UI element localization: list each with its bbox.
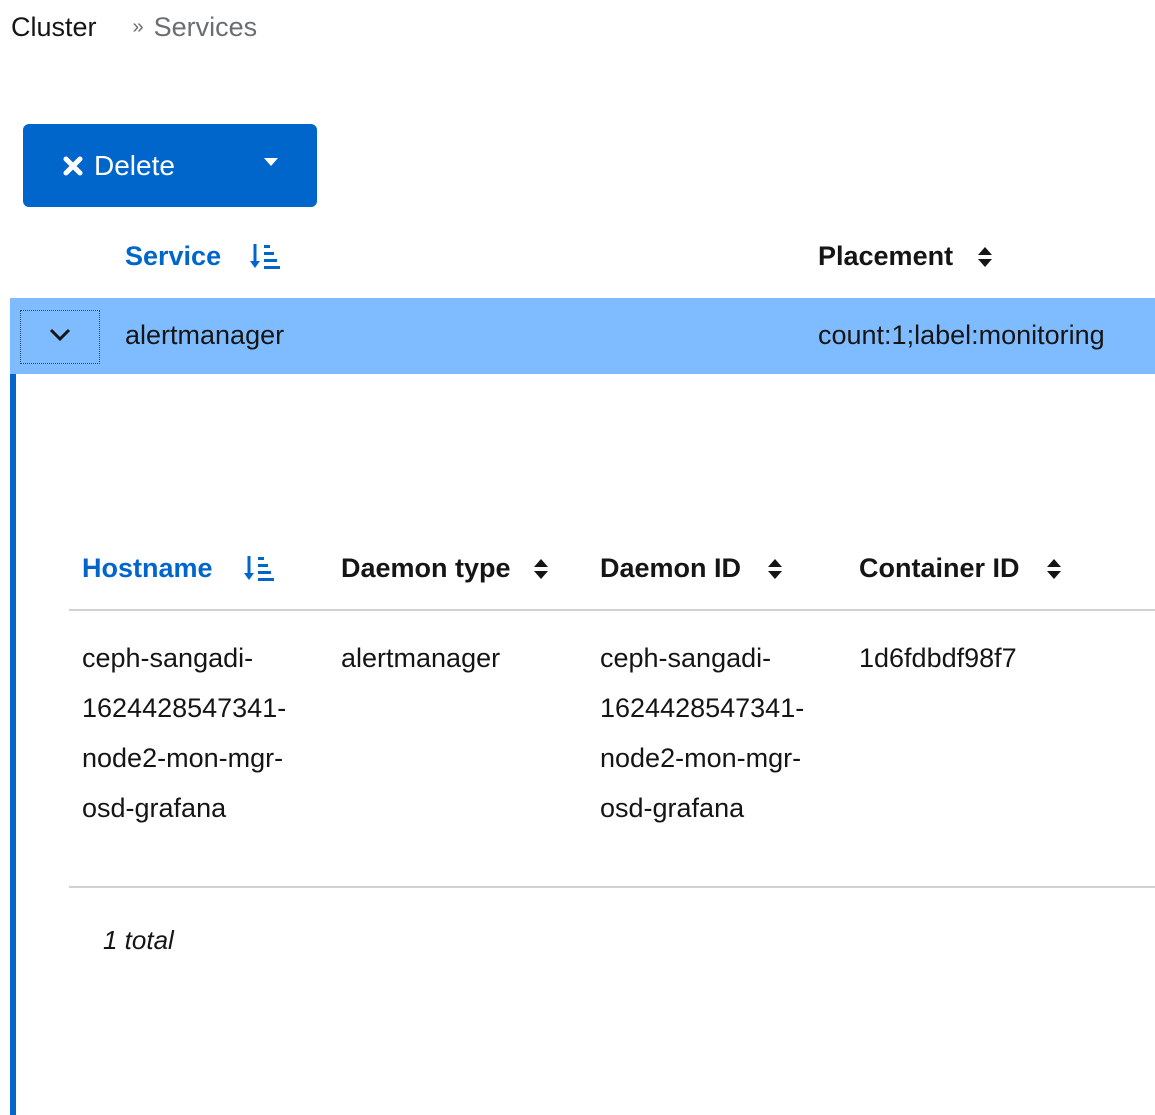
daemon-type: alertmanager xyxy=(341,643,501,673)
column-header-container-id[interactable]: Container ID xyxy=(859,553,1062,584)
expanded-row-accent xyxy=(10,374,16,1115)
total-count: 1 total xyxy=(103,925,174,955)
table-row[interactable]: alertmanager count:1;label:monitoring xyxy=(10,298,1155,374)
column-header-daemon-type[interactable]: Daemon type xyxy=(341,553,549,584)
column-header-placement-label: Placement xyxy=(818,241,954,271)
sort-icon xyxy=(767,558,783,580)
sort-icon xyxy=(533,558,549,580)
daemon-id: ceph-​sangadi-​1624428547341-​node2-​mon… xyxy=(600,633,840,833)
column-header-hostname[interactable]: Hostname xyxy=(82,553,277,584)
daemon-hostname: ceph-​sangadi-​1624428547341-​node2-​mon… xyxy=(82,633,322,833)
times-icon xyxy=(61,154,85,178)
caret-down-icon[interactable] xyxy=(263,154,279,172)
breadcrumb-cluster[interactable]: Cluster xyxy=(11,12,97,43)
sort-amount-down-icon xyxy=(243,554,277,584)
column-header-placement[interactable]: Placement xyxy=(818,241,993,272)
sort-icon xyxy=(977,246,993,268)
delete-button-label: Delete xyxy=(94,149,175,181)
column-header-hostname-label: Hostname xyxy=(82,553,213,583)
breadcrumb-services: Services xyxy=(153,12,258,42)
daemon-id-text: ceph-​sangadi-​1624428547341-​node2-​mon… xyxy=(600,643,805,823)
service-placement: count:1;label:monitoring xyxy=(818,320,1105,350)
delete-button[interactable]: Delete xyxy=(23,124,317,207)
daemon-container-id: 1d6fdbdf98f7 xyxy=(859,643,1017,673)
column-header-service[interactable]: Service xyxy=(125,241,283,272)
divider xyxy=(69,886,1155,888)
column-header-daemon-id-label: Daemon ID xyxy=(600,553,742,583)
column-header-service-label: Service xyxy=(125,241,222,271)
column-header-daemon-id[interactable]: Daemon ID xyxy=(600,553,783,584)
breadcrumb-separator-icon: » xyxy=(132,16,144,38)
daemon-hostname-text: ceph-​sangadi-​1624428547341-​node2-​mon… xyxy=(82,643,287,823)
divider xyxy=(69,609,1155,611)
breadcrumb: Cluster » Services xyxy=(11,12,257,43)
service-name: alertmanager xyxy=(125,320,285,350)
sort-amount-down-icon xyxy=(249,242,283,272)
column-header-daemon-type-label: Daemon type xyxy=(341,553,511,583)
chevron-down-icon xyxy=(49,328,71,347)
expand-toggle-button[interactable] xyxy=(20,310,100,364)
sort-icon xyxy=(1046,558,1062,580)
column-header-container-id-label: Container ID xyxy=(859,553,1020,583)
